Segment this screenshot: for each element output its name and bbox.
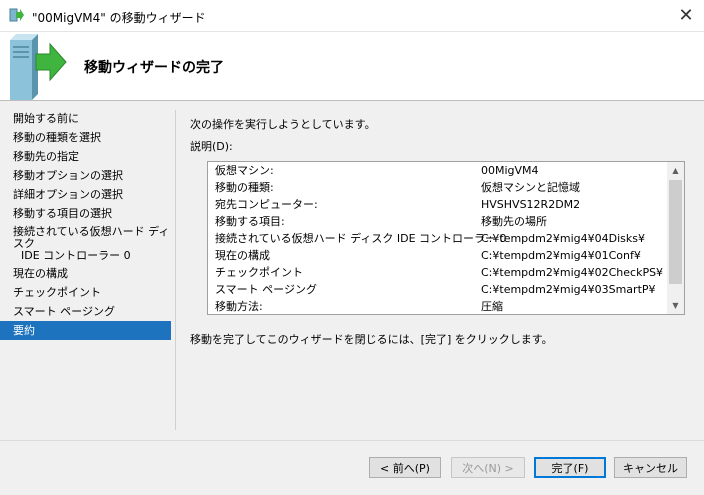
description-label: 説明(D): [190, 140, 233, 153]
scrollbar-thumb[interactable] [669, 180, 682, 284]
finish-instruction: 移動を完了してこのウィザードを閉じるには、[完了] をクリックします。 [190, 333, 553, 346]
summary-key: 現在の構成 [215, 249, 270, 262]
cancel-button[interactable]: キャンセル [614, 457, 687, 478]
summary-value: HVSHVS12R2DM2 [481, 198, 581, 211]
scroll-up-icon[interactable]: ▲ [667, 162, 684, 179]
title-bar: "00MigVM4" の移動ウィザード ✕ [0, 0, 704, 32]
step-smart-paging[interactable]: スマート ページング [0, 302, 171, 321]
close-icon[interactable]: ✕ [668, 0, 704, 31]
server-move-icon [10, 34, 67, 100]
wizard-steps: 開始する前に 移動の種類を選択 移動先の指定 移動オプションの選択 詳細オプショ… [0, 109, 171, 340]
summary-row: 移動する項目: 移動先の場所 [208, 213, 667, 230]
summary-listbox[interactable]: 仮想マシン: 00MigVM4 移動の種類: 仮想マシンと記憶域 宛先コンピューター… [207, 161, 685, 315]
step-summary[interactable]: 要約 [0, 321, 171, 340]
summary-row: 移動の種類: 仮想マシンと記憶域 [208, 179, 667, 196]
step-attached-vhd[interactable]: 接続されている仮想ハード ディスク IDE コントローラー 0 [0, 223, 171, 264]
step-checkpoints[interactable]: チェックポイント [0, 283, 171, 302]
summary-value: 圧縮 [481, 300, 503, 313]
step-destination[interactable]: 移動先の指定 [0, 147, 171, 166]
summary-key: 宛先コンピューター: [215, 198, 318, 211]
summary-value: C:¥tempdm2¥mig4¥03SmartP¥ [481, 283, 656, 296]
summary-key: チェックポイント [215, 266, 303, 279]
step-before-you-begin[interactable]: 開始する前に [0, 109, 171, 128]
vertical-scrollbar[interactable]: ▲ ▼ [667, 162, 684, 314]
step-move-type[interactable]: 移動の種類を選択 [0, 128, 171, 147]
summary-value: 00MigVM4 [481, 164, 539, 177]
step-current-config[interactable]: 現在の構成 [0, 264, 171, 283]
step-attached-vhd-sub: IDE コントローラー 0 [21, 249, 131, 262]
summary-row: 仮想マシン: 00MigVM4 [208, 162, 667, 179]
divider [175, 110, 176, 430]
summary-value: 移動先の場所 [481, 215, 547, 228]
summary-row: チェックポイント C:¥tempdm2¥mig4¥02CheckPS¥ [208, 264, 667, 281]
summary-key: 移動方法: [215, 300, 263, 313]
summary-key: スマート ページング [215, 283, 317, 296]
summary-key: 移動する項目: [215, 215, 285, 228]
footer-divider [0, 440, 704, 441]
summary-key: 移動の種類: [215, 181, 274, 194]
summary-rows: 仮想マシン: 00MigVM4 移動の種類: 仮想マシンと記憶域 宛先コンピューター… [208, 162, 667, 314]
summary-row: 宛先コンピューター: HVSHVS12R2DM2 [208, 196, 667, 213]
back-button[interactable]: < 前へ(P) [369, 457, 441, 478]
summary-row: 現在の構成 C:¥tempdm2¥mig4¥01Conf¥ [208, 247, 667, 264]
summary-value: C:¥tempdm2¥mig4¥02CheckPS¥ [481, 266, 664, 279]
summary-value: C:¥tempdm2¥mig4¥04Disks¥ [481, 232, 645, 245]
intro-text: 次の操作を実行しようとしています。 [190, 118, 376, 131]
next-button[interactable]: 次へ(N) > [451, 457, 525, 478]
hyperv-move-icon [9, 8, 24, 22]
step-items-to-move[interactable]: 移動する項目の選択 [0, 204, 171, 223]
summary-value: C:¥tempdm2¥mig4¥01Conf¥ [481, 249, 641, 262]
summary-value: 仮想マシンと記憶域 [481, 181, 580, 194]
step-move-options[interactable]: 移動オプションの選択 [0, 166, 171, 185]
summary-key: 接続されている仮想ハード ディスク IDE コントローラー 0 [215, 232, 507, 245]
scroll-down-icon[interactable]: ▼ [667, 297, 684, 314]
summary-key: 仮想マシン: [215, 164, 274, 177]
window-title: "00MigVM4" の移動ウィザード [32, 11, 206, 25]
page-title: 移動ウィザードの完了 [84, 60, 224, 76]
summary-row: 移動方法: 圧縮 [208, 298, 667, 314]
summary-row: 接続されている仮想ハード ディスク IDE コントローラー 0 C:¥tempdm… [208, 230, 667, 247]
summary-row: スマート ページング C:¥tempdm2¥mig4¥03SmartP¥ [208, 281, 667, 298]
finish-button[interactable]: 完了(F) [534, 457, 606, 478]
wizard-header: 移動ウィザードの完了 [0, 32, 704, 101]
step-attached-vhd-label: 接続されている仮想ハード ディスク [13, 225, 170, 250]
step-advanced-options[interactable]: 詳細オプションの選択 [0, 185, 171, 204]
